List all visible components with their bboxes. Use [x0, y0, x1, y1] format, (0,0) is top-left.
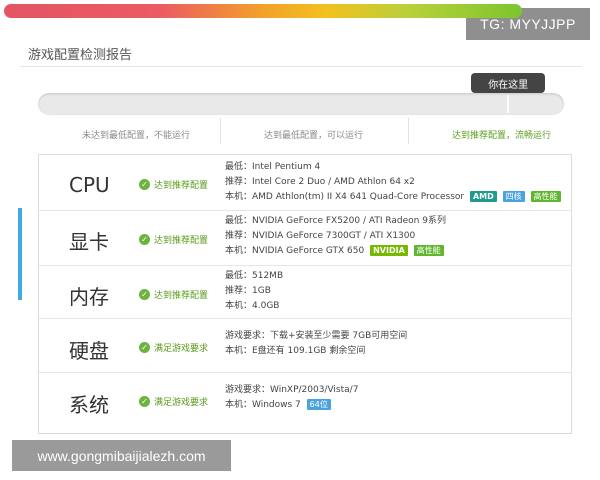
meter-separator	[220, 118, 221, 144]
row-details: 游戏要求：下载+安装至少需要 7GB可用空间 本机：E盘还有 109.1GB 剩…	[225, 331, 408, 356]
check-icon: ✓	[139, 396, 150, 407]
meter-label-min: 达到最低配置，可以运行	[264, 131, 364, 141]
row-cpu: CPU ✓ 达到推荐配置 最低：Intel Pentium 4 推荐：Intel…	[39, 155, 571, 210]
meter-separator	[408, 118, 409, 144]
status-badge: ✓ 达到推荐配置	[139, 233, 208, 246]
position-tooltip: 你在这里	[471, 73, 546, 98]
quad-core-badge: 四核	[502, 191, 525, 202]
row-details: 最低：NVIDIA GeForce FX5200 / ATI Radeon 9系…	[225, 216, 446, 256]
check-icon: ✓	[139, 179, 150, 190]
meter-label-recommended: 达到推荐配置，流畅运行	[452, 131, 552, 141]
performance-meter-gradient	[4, 4, 522, 18]
row-gpu: 显卡 ✓ 达到推荐配置 最低：NVIDIA GeForce FX5200 / A…	[39, 210, 571, 266]
meter-label-below-min: 未达到最低配置，不能运行	[82, 131, 191, 141]
check-icon: ✓	[139, 342, 150, 353]
row-details: 最低：512MB 推荐：1GB 本机：4.0GB	[225, 271, 284, 311]
page-title: 游戏配置检测报告	[28, 48, 133, 63]
status-badge: ✓ 满足游戏要求	[139, 341, 208, 354]
64bit-badge: 64位	[306, 399, 331, 410]
category-label: 显卡	[69, 230, 109, 254]
performance-meter	[38, 93, 564, 115]
config-panel: CPU ✓ 达到推荐配置 最低：Intel Pentium 4 推荐：Intel…	[38, 154, 572, 434]
title-divider	[20, 66, 582, 67]
amd-logo: AMD	[469, 191, 497, 202]
row-disk: 硬盘 ✓ 满足游戏要求 游戏要求：下载+安装至少需要 7GB可用空间 本机：E盘…	[39, 318, 571, 373]
high-performance-badge: 高性能	[530, 191, 561, 202]
category-label: CPU	[69, 173, 110, 197]
category-label: 系统	[69, 393, 109, 417]
high-performance-badge: 高性能	[413, 245, 444, 256]
nvidia-logo: NVIDIA	[370, 245, 408, 256]
check-icon: ✓	[139, 289, 150, 300]
row-details: 最低：Intel Pentium 4 推荐：Intel Core 2 Duo /…	[225, 160, 561, 205]
check-icon: ✓	[139, 234, 150, 245]
row-details: 游戏要求：WinXP/2003/Vista/7 本机：Windows 7 64位	[225, 385, 359, 410]
performance-meter-marker	[507, 95, 510, 113]
status-badge: ✓ 达到推荐配置	[139, 178, 208, 191]
status-badge: ✓ 满足游戏要求	[139, 395, 208, 408]
status-badge: ✓ 达到推荐配置	[139, 288, 208, 301]
row-system: 系统 ✓ 满足游戏要求 游戏要求：WinXP/2003/Vista/7 本机：W…	[39, 372, 571, 433]
category-label: 内存	[69, 285, 109, 309]
category-label: 硬盘	[69, 339, 109, 363]
watermark-bottom: www.gongmibaijialezh.com	[12, 440, 231, 471]
left-accent-bar	[18, 208, 22, 300]
row-memory: 内存 ✓ 达到推荐配置 最低：512MB 推荐：1GB 本机：4.0GB	[39, 265, 571, 319]
